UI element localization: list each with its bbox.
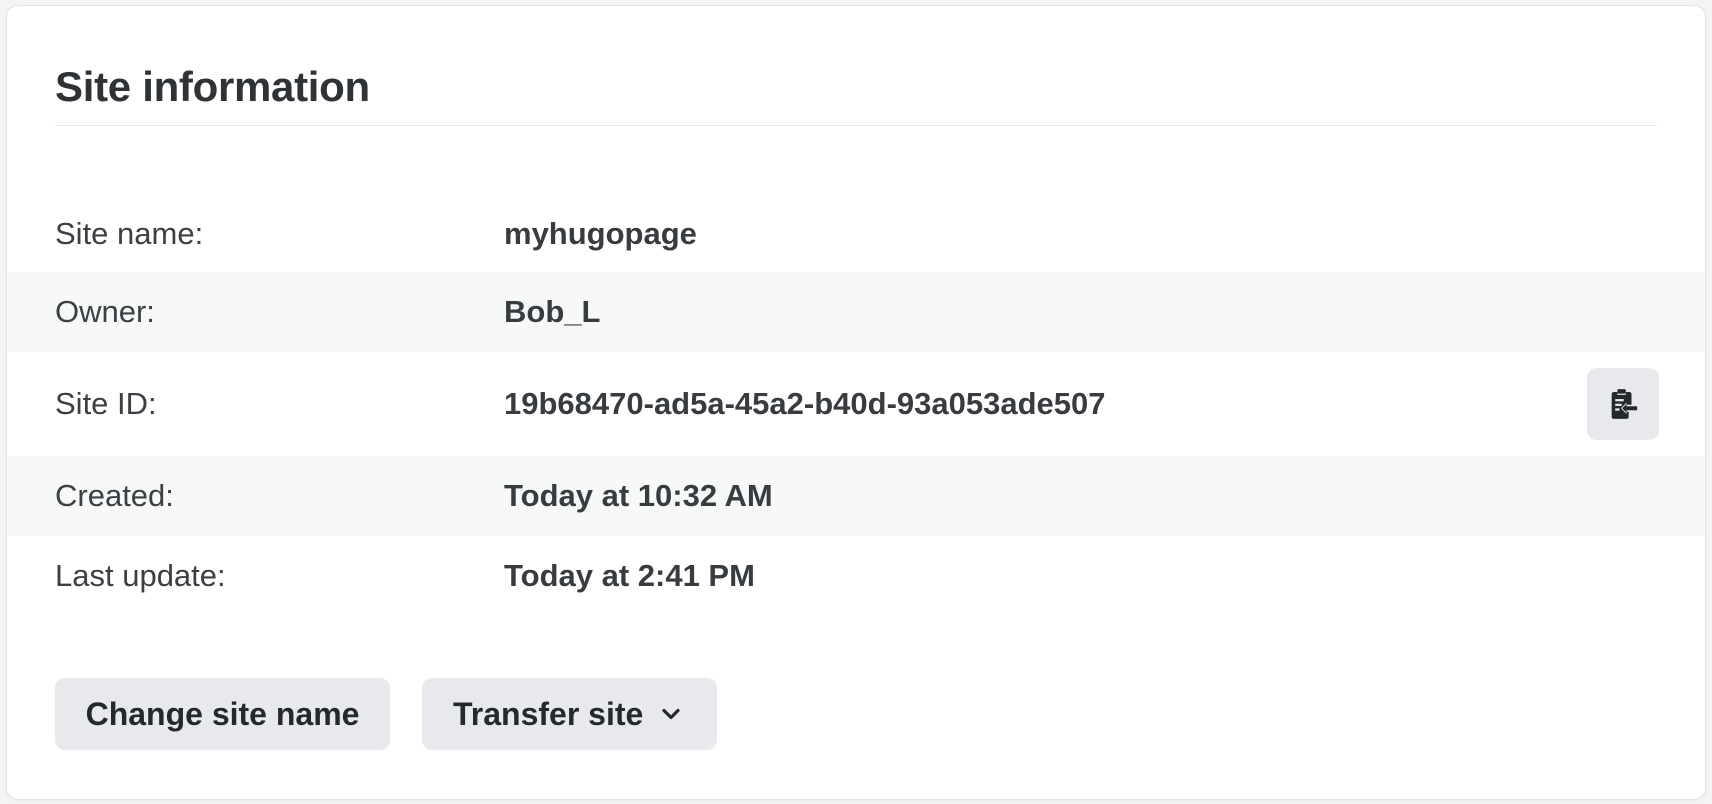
clipboard-copy-icon	[1611, 389, 1638, 419]
info-row-last-update: Last update: Today at 2:41 PM	[7, 536, 1705, 616]
site-information-card: Site information Site name: myhugopage O…	[6, 5, 1706, 800]
site-name-label: Site name:	[55, 216, 204, 251]
last-update-value: Today at 2:41 PM	[504, 558, 755, 593]
created-label: Created:	[55, 478, 174, 513]
info-row-site-name: Site name: myhugopage	[7, 196, 1705, 272]
info-row-owner: Owner: Bob_L	[7, 272, 1705, 352]
owner-value: Bob_L	[504, 294, 601, 329]
site-id-value: 19b68470-ad5a-45a2-b40d-93a053ade507	[504, 386, 1106, 421]
transfer-site-button[interactable]: Transfer site	[422, 678, 717, 750]
card-header: Site information	[55, 6, 1657, 126]
info-row-created: Created: Today at 10:32 AM	[7, 456, 1705, 536]
change-site-name-button[interactable]: Change site name	[55, 678, 390, 750]
info-row-site-id: Site ID: 19b68470-ad5a-45a2-b40d-93a053a…	[7, 352, 1705, 456]
owner-label: Owner:	[55, 294, 155, 329]
copy-site-id-button[interactable]	[1587, 368, 1659, 440]
change-site-name-label: Change site name	[85, 695, 360, 732]
card-title: Site information	[55, 63, 370, 110]
site-info-list: Site name: myhugopage Owner: Bob_L Site …	[7, 196, 1705, 616]
site-id-label: Site ID:	[55, 386, 157, 421]
site-actions: Change site name Transfer site	[55, 678, 717, 750]
site-name-value: myhugopage	[504, 216, 697, 251]
last-update-label: Last update:	[55, 558, 226, 593]
created-value: Today at 10:32 AM	[504, 478, 773, 513]
transfer-site-label: Transfer site	[453, 695, 644, 732]
chevron-down-icon	[661, 707, 681, 721]
